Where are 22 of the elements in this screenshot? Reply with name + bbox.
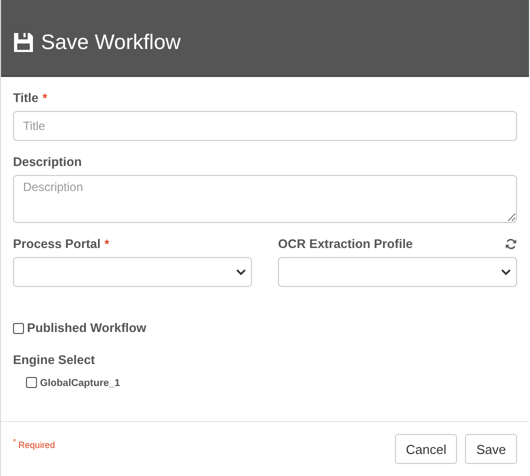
required-asterisk: *: [104, 237, 110, 251]
checkbox-label: GlobalCapture_1: [40, 378, 120, 389]
field-label: OCR Extraction Profile: [278, 237, 413, 251]
required-asterisk: *: [42, 91, 48, 105]
field-label: Engine Select: [13, 353, 95, 367]
field-label: Title: [13, 91, 38, 105]
dialog-title: Save Workflow: [41, 30, 181, 54]
title-input-field[interactable]: Title: [13, 111, 517, 141]
chevron-down-icon: [236, 269, 246, 275]
checkbox[interactable]: [26, 376, 37, 388]
dialog-button[interactable]: Save: [465, 434, 517, 464]
dropdown-field[interactable]: [278, 257, 517, 287]
dropdown-field[interactable]: [13, 257, 252, 287]
chevron-down-icon: [501, 269, 511, 275]
dialog-button[interactable]: Cancel: [394, 434, 458, 464]
description-input-field[interactable]: Description: [13, 175, 517, 223]
checkbox[interactable]: [13, 322, 24, 334]
field-label: Process Portal: [13, 237, 101, 251]
required-note: $^{*}$ Required: [13, 436, 55, 450]
checkbox-label: Published Workflow: [27, 321, 146, 335]
field-label: Description: [13, 155, 82, 169]
refresh-icon[interactable]: [505, 238, 517, 250]
